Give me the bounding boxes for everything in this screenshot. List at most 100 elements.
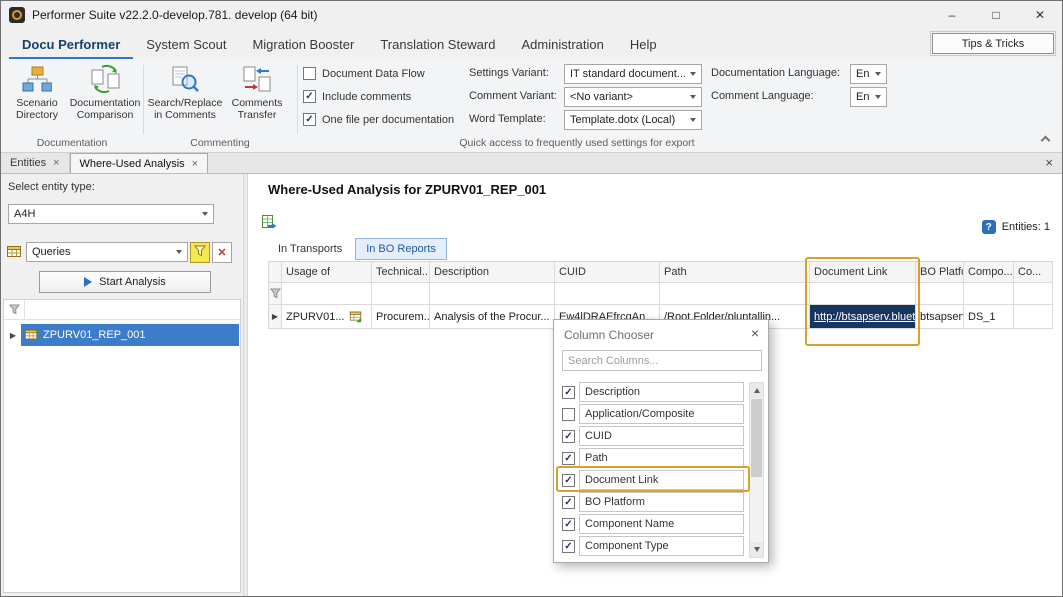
tree-item-zpurv01-rep-001[interactable]: ▶ ZPURV01_REP_001 bbox=[5, 324, 239, 346]
menu-help[interactable]: Help bbox=[617, 29, 670, 59]
column-item-label[interactable]: Component Type bbox=[579, 536, 744, 556]
tab-in-bo-reports[interactable]: In BO Reports bbox=[355, 238, 447, 260]
cell-usage-of[interactable]: ZPURV01... bbox=[282, 305, 372, 329]
document-link-cell[interactable]: http://btsapserv.bluet... bbox=[810, 305, 916, 329]
tab-close-icon[interactable]: × bbox=[53, 157, 59, 169]
column-item-application-composite[interactable]: Application/Composite bbox=[562, 404, 744, 424]
filter-cell[interactable] bbox=[555, 283, 660, 305]
filter-cell[interactable] bbox=[430, 283, 555, 305]
tab-entities[interactable]: Entities × bbox=[1, 153, 70, 173]
export-icon[interactable] bbox=[261, 214, 277, 230]
column-search-input[interactable] bbox=[562, 350, 762, 371]
filter-cell[interactable] bbox=[916, 283, 964, 305]
col-usage-of[interactable]: Usage of bbox=[282, 261, 372, 283]
scenario-directory-button[interactable]: Scenario Directory bbox=[3, 62, 71, 136]
minimize-button[interactable]: – bbox=[930, 1, 974, 29]
row-expand-icon[interactable]: ▶ bbox=[272, 312, 278, 321]
column-item-cuid[interactable]: ✓ CUID bbox=[562, 426, 744, 446]
tree-item-selection[interactable]: ZPURV01_REP_001 bbox=[21, 324, 239, 346]
option-include-comments[interactable]: ✓ Include comments bbox=[303, 90, 411, 103]
col-document-link[interactable]: Document Link bbox=[810, 261, 916, 283]
documentation-comparison-button[interactable]: Documentation Comparison bbox=[71, 62, 139, 136]
settings-variant-select[interactable]: IT standard document... bbox=[564, 64, 702, 84]
menu-administration[interactable]: Administration bbox=[508, 29, 616, 59]
column-item-label[interactable]: Description bbox=[579, 382, 744, 402]
checkbox-icon[interactable]: ✓ bbox=[562, 518, 575, 531]
comments-transfer-button[interactable]: Comments Transfer bbox=[223, 62, 291, 136]
comment-variant-select[interactable]: <No variant> bbox=[564, 87, 702, 107]
tab-close-icon[interactable]: × bbox=[192, 158, 198, 170]
col-component-name[interactable]: Compo... bbox=[964, 261, 1014, 283]
comment-language-select[interactable]: En bbox=[850, 87, 887, 107]
checkbox-icon[interactable]: ✓ bbox=[562, 430, 575, 443]
object-type-select[interactable]: Queries bbox=[26, 242, 188, 262]
clear-filter-button[interactable]: ✕ bbox=[212, 242, 232, 263]
documentation-language-select[interactable]: En bbox=[850, 64, 887, 84]
checkbox-icon[interactable]: ✓ bbox=[562, 474, 575, 487]
col-technical-name[interactable]: Technical... bbox=[372, 261, 430, 283]
cell-component-name[interactable]: DS_1 bbox=[964, 305, 1014, 329]
expand-icon[interactable]: ▶ bbox=[5, 331, 21, 340]
scroll-down-button[interactable] bbox=[750, 542, 763, 557]
edit-filter-button[interactable] bbox=[190, 242, 210, 263]
col-path[interactable]: Path bbox=[660, 261, 810, 283]
checkbox-icon[interactable]: ✓ bbox=[562, 540, 575, 553]
cell-technical-name[interactable]: Procurem... bbox=[372, 305, 430, 329]
column-item-label[interactable]: CUID bbox=[579, 426, 744, 446]
entity-type-select[interactable]: A4H bbox=[8, 204, 214, 224]
column-item-description[interactable]: ✓ Description bbox=[562, 382, 744, 402]
column-item-label[interactable]: Path bbox=[579, 448, 744, 468]
menu-translation-steward[interactable]: Translation Steward bbox=[367, 29, 508, 59]
checkbox-icon[interactable]: ✓ bbox=[562, 496, 575, 509]
tree-filter-row[interactable] bbox=[4, 300, 240, 320]
column-item-label[interactable]: Component Name bbox=[579, 514, 744, 534]
tab-in-transports[interactable]: In Transports bbox=[268, 238, 352, 260]
filter-cell[interactable] bbox=[810, 283, 916, 305]
search-replace-comments-button[interactable]: Search/Replace in Comments bbox=[151, 62, 219, 136]
close-icon[interactable]: × bbox=[751, 325, 759, 341]
column-item-path[interactable]: ✓ Path bbox=[562, 448, 744, 468]
col-description[interactable]: Description bbox=[430, 261, 555, 283]
maximize-button[interactable]: □ bbox=[974, 1, 1018, 29]
filter-cell[interactable] bbox=[964, 283, 1014, 305]
column-item-label[interactable]: BO Platform bbox=[579, 492, 744, 512]
column-item-bo-platform[interactable]: ✓ BO Platform bbox=[562, 492, 744, 512]
column-item-document-link[interactable]: ✓ Document Link bbox=[562, 470, 744, 490]
cell-bo-platform[interactable]: btsapserv bbox=[916, 305, 964, 329]
menu-migration-booster[interactable]: Migration Booster bbox=[239, 29, 367, 59]
filter-cell[interactable] bbox=[1014, 283, 1053, 305]
filter-icon[interactable] bbox=[9, 304, 20, 315]
column-item-component-name[interactable]: ✓ Component Name bbox=[562, 514, 744, 534]
menu-docu-performer[interactable]: Docu Performer bbox=[9, 29, 133, 59]
filter-cell[interactable] bbox=[282, 283, 372, 305]
checkbox-icon[interactable]: ✓ bbox=[303, 90, 316, 103]
column-item-component-type[interactable]: ✓ Component Type bbox=[562, 536, 744, 556]
tab-where-used-analysis[interactable]: Where-Used Analysis × bbox=[70, 153, 209, 173]
column-item-label[interactable]: Document Link bbox=[579, 470, 744, 490]
ribbon-collapse-icon[interactable] bbox=[1041, 136, 1051, 146]
checkbox-icon[interactable]: ✓ bbox=[303, 113, 316, 126]
close-button[interactable]: ✕ bbox=[1018, 1, 1062, 29]
col-component-type[interactable]: Co... bbox=[1014, 261, 1053, 283]
tabbar-close-icon[interactable]: × bbox=[1045, 155, 1053, 170]
tips-tricks-button[interactable]: Tips & Tricks bbox=[932, 33, 1054, 54]
col-bo-platform[interactable]: BO Platfo... bbox=[916, 261, 964, 283]
scrollbar[interactable] bbox=[749, 382, 764, 558]
option-one-file-per-documentation[interactable]: ✓ One file per documentation bbox=[303, 113, 454, 126]
col-cuid[interactable]: CUID bbox=[555, 261, 660, 283]
scroll-up-button[interactable] bbox=[750, 383, 763, 398]
word-template-select[interactable]: Template.dotx (Local) bbox=[564, 110, 702, 130]
checkbox-icon[interactable] bbox=[562, 408, 575, 421]
checkbox-icon[interactable] bbox=[303, 67, 316, 80]
filter-row-icon[interactable] bbox=[270, 288, 281, 299]
filter-cell[interactable] bbox=[372, 283, 430, 305]
column-item-label[interactable]: Application/Composite bbox=[579, 404, 744, 424]
checkbox-icon[interactable]: ✓ bbox=[562, 452, 575, 465]
scroll-thumb[interactable] bbox=[751, 399, 762, 477]
menu-system-scout[interactable]: System Scout bbox=[133, 29, 239, 59]
option-document-data-flow[interactable]: Document Data Flow bbox=[303, 67, 425, 80]
checkbox-icon[interactable]: ✓ bbox=[562, 386, 575, 399]
cell-description[interactable]: Analysis of the Procur... bbox=[430, 305, 555, 329]
start-analysis-button[interactable]: Start Analysis bbox=[39, 271, 211, 293]
filter-cell[interactable] bbox=[660, 283, 810, 305]
